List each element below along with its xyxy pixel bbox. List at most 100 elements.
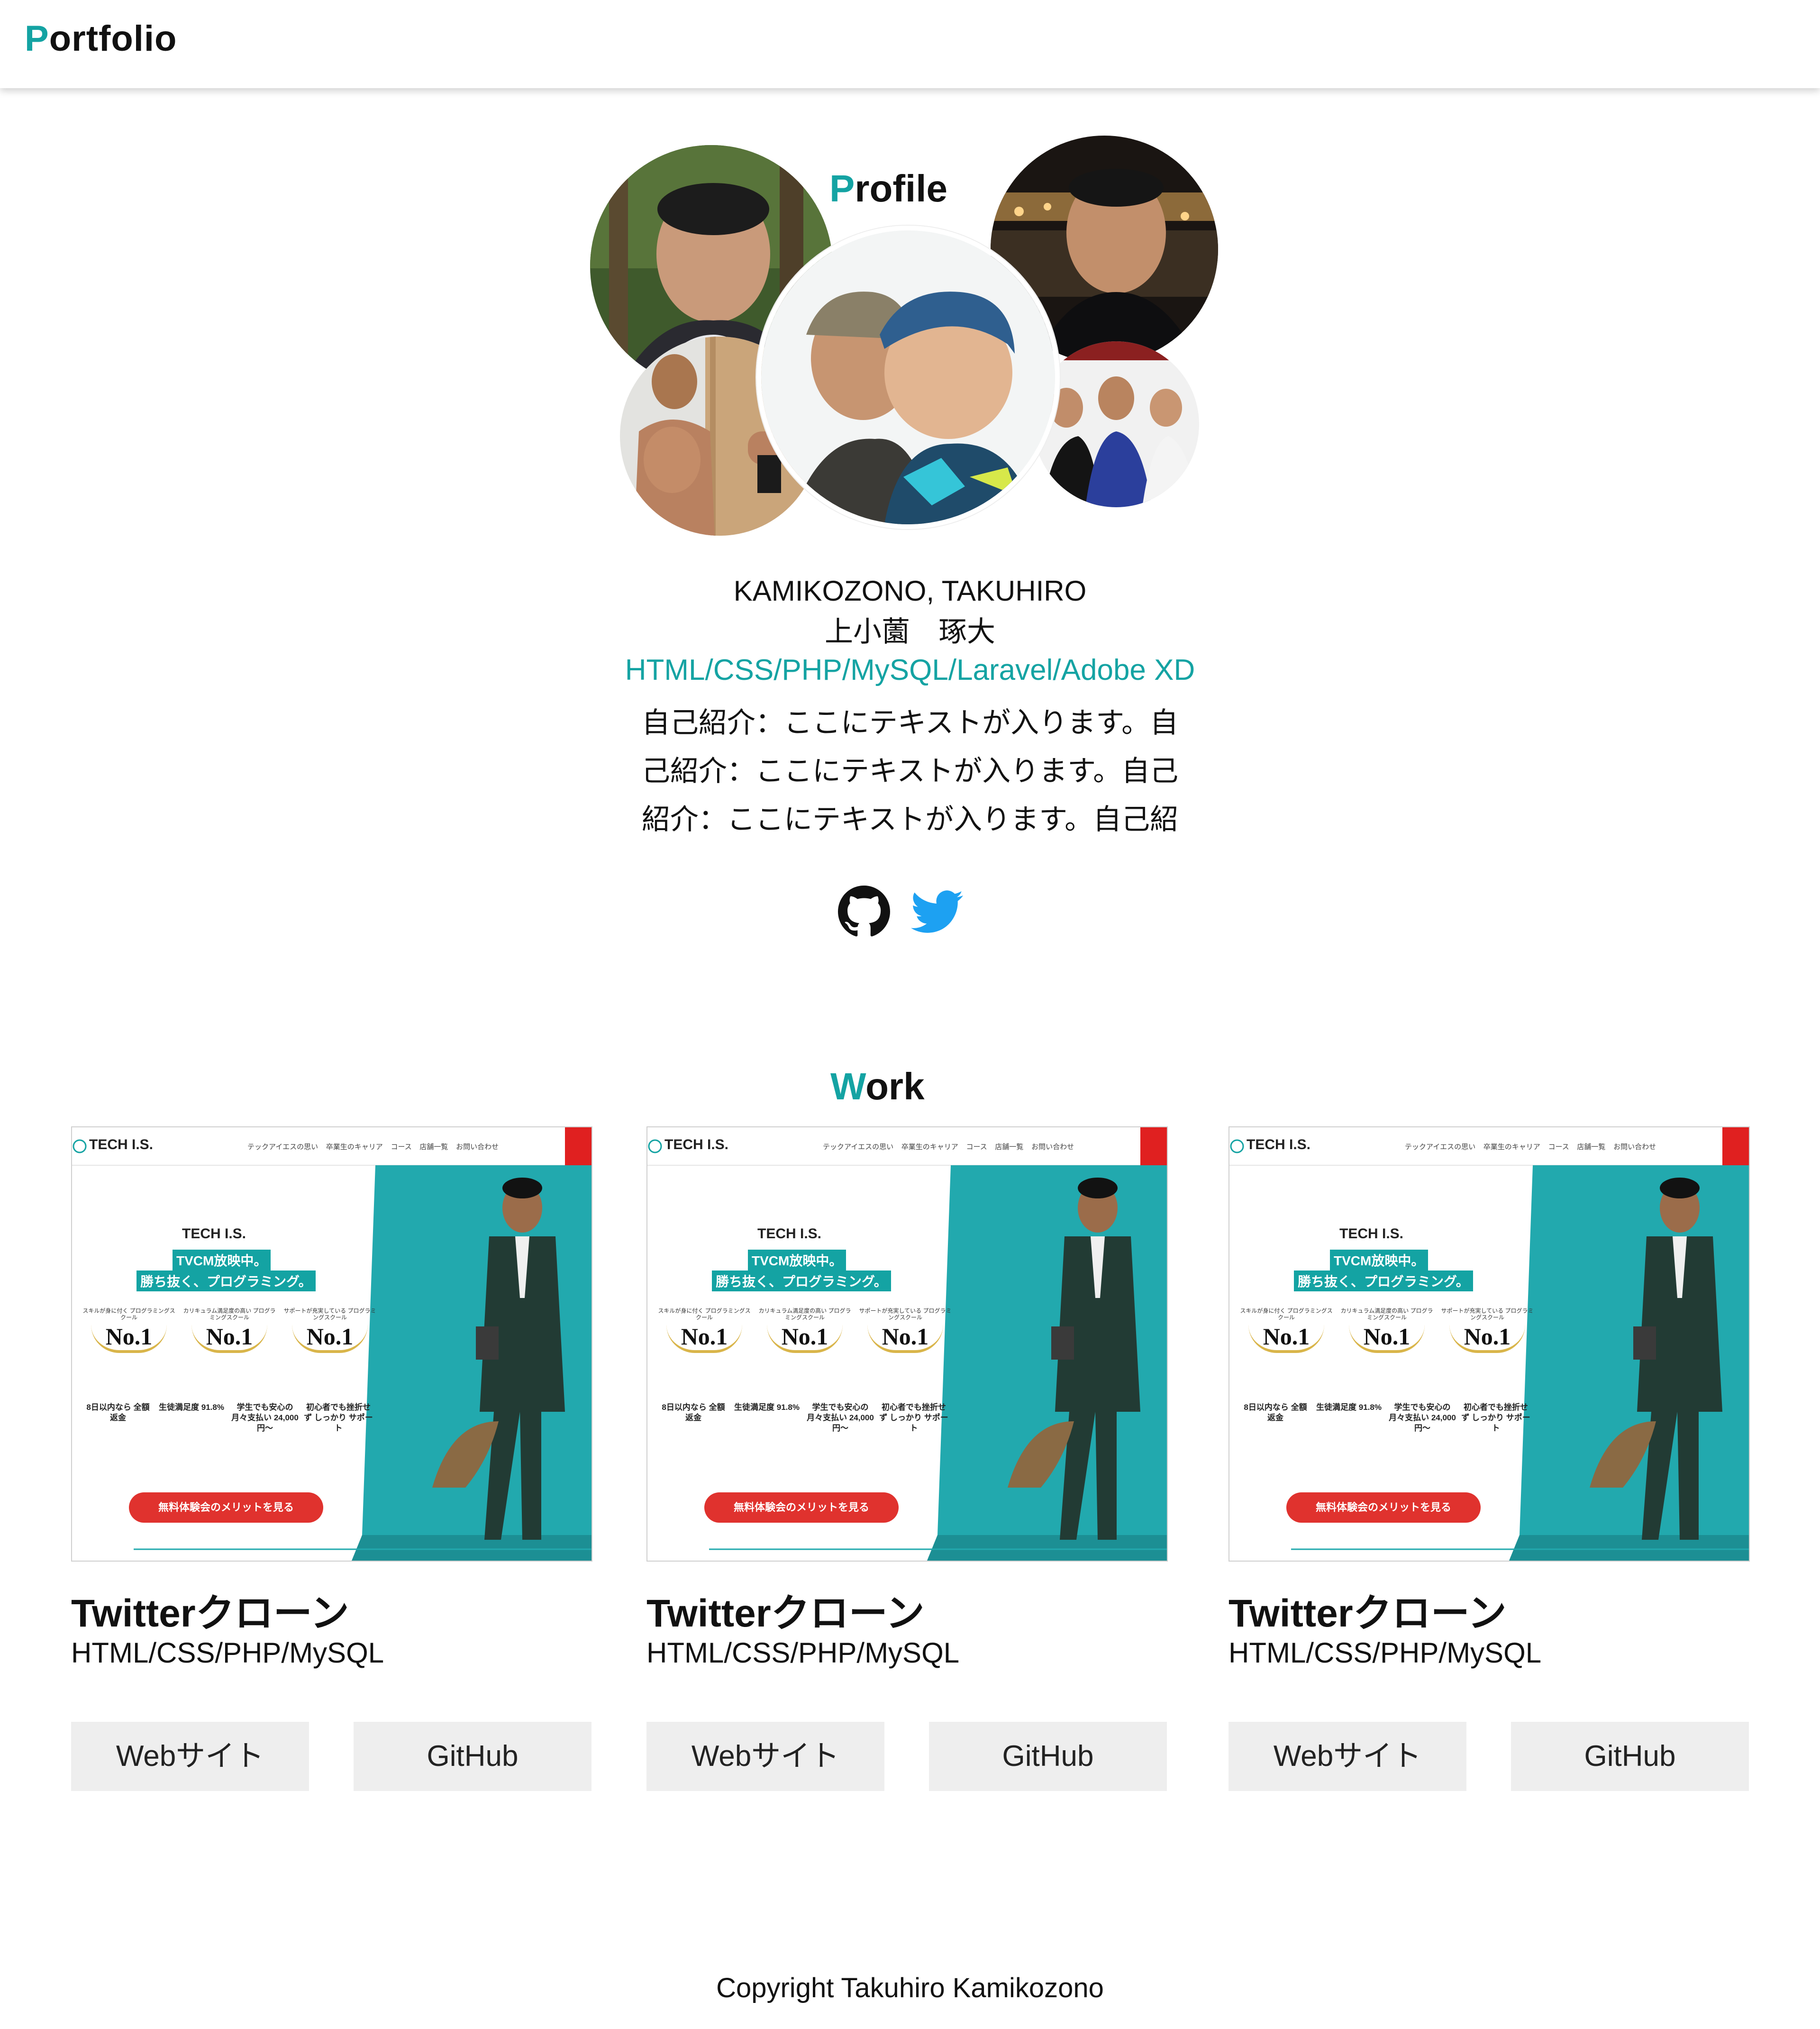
thumb-stat: 初心者でも挫折せず しっかり サポート xyxy=(304,1403,373,1433)
thumb-award: カリキュラム満足度の高い プログラミングスクール No.1 xyxy=(1339,1307,1434,1353)
profile-bio-line: 自己紹介：ここにテキストが入ります。自 xyxy=(641,706,1179,740)
github-icon xyxy=(838,886,890,940)
thumb-brand: TECH I.S. xyxy=(89,1137,154,1152)
thumb-stat: 8日以内なら 全額返金 xyxy=(1244,1403,1307,1422)
thumb-award: スキルが身に付く プログラミングスクール No.1 xyxy=(657,1307,752,1353)
thumb-award-caption: カリキュラム満足度の高い プログラミングスクール xyxy=(183,1307,276,1321)
thumb-cta: 無料体験会のメリットを見る xyxy=(733,1501,869,1513)
thumb-award-caption: スキルが身に付く プログラミングスクール xyxy=(82,1307,175,1321)
thumb-stat: 8日以内なら 全額返金 xyxy=(86,1403,150,1422)
thumb-stat: 学生でも安心の 月々支払い 24,000円〜 xyxy=(231,1403,299,1433)
thumb-award: カリキュラム満足度の高い プログラミングスクール No.1 xyxy=(182,1307,277,1353)
work-thumbnail[interactable]: TECH I.S. テックアイエスの思い 卒業生のキャリア コース 店舗一覧 お… xyxy=(646,1126,1168,1562)
thumb-nav-item: 卒業生のキャリア xyxy=(901,1143,958,1151)
profile-heading-initial: P xyxy=(829,167,855,210)
thumb-award-rank: No.1 xyxy=(91,1323,167,1353)
thumb-award-caption: カリキュラム満足度の高い プログラミングスクール xyxy=(1340,1307,1433,1321)
thumb-nav-item: 店舗一覧 xyxy=(995,1143,1024,1151)
thumb-award: カリキュラム満足度の高い プログラミングスクール No.1 xyxy=(757,1307,852,1353)
work-heading-initial: W xyxy=(830,1065,866,1107)
thumb-tagline-2: 勝ち抜く、プログラミング。 xyxy=(1294,1270,1473,1291)
thumb-award-caption: カリキュラム満足度の高い プログラミングスクール xyxy=(758,1307,851,1321)
website-button[interactable]: Webサイト xyxy=(71,1722,309,1791)
work-card-tech: HTML/CSS/PHP/MySQL xyxy=(1228,1637,1542,1669)
work-thumbnail[interactable]: TECH I.S. テックアイエスの思い 卒業生のキャリア コース 店舗一覧 お… xyxy=(1228,1126,1750,1562)
thumb-nav-item: コース xyxy=(966,1143,987,1151)
work-heading-text: ork xyxy=(865,1065,925,1107)
thumb-tagline-1: TVCM放映中。 xyxy=(173,1250,271,1270)
thumb-tagline-2: 勝ち抜く、プログラミング。 xyxy=(136,1270,316,1291)
thumb-award-caption: スキルが身に付く プログラミングスクール xyxy=(1240,1307,1333,1321)
github-button[interactable]: GitHub xyxy=(929,1722,1167,1791)
thumb-tagline-2: 勝ち抜く、プログラミング。 xyxy=(712,1270,891,1291)
thumb-stat: 生徒満足度 91.8% xyxy=(1316,1403,1382,1412)
thumb-stat: 初心者でも挫折せず しっかり サポート xyxy=(879,1403,948,1433)
thumb-stat: 学生でも安心の 月々支払い 24,000円〜 xyxy=(807,1403,874,1433)
work-thumbnail[interactable]: TECH I.S. テックアイエスの思い 卒業生のキャリア コース 店舗一覧 お… xyxy=(71,1126,592,1562)
thumb-nav-item: 卒業生のキャリア xyxy=(1483,1143,1540,1151)
github-button[interactable]: GitHub xyxy=(354,1722,592,1791)
twitter-icon xyxy=(909,890,965,940)
thumb-award-rank: No.1 xyxy=(191,1323,267,1353)
logo-text: ortfolio xyxy=(49,18,177,59)
website-button[interactable]: Webサイト xyxy=(1228,1722,1466,1791)
thumb-award-rank: No.1 xyxy=(1248,1323,1324,1353)
thumb-cta: 無料体験会のメリットを見る xyxy=(158,1501,294,1513)
thumb-nav-item: コース xyxy=(391,1143,412,1151)
thumb-hero-brand: TECH I.S. xyxy=(1339,1226,1404,1242)
thumb-nav-item: テックアイエスの思い xyxy=(823,1143,894,1151)
thumb-hero-brand: TECH I.S. xyxy=(182,1226,246,1242)
thumb-nav-item: 店舗一覧 xyxy=(1577,1143,1606,1151)
thumb-tagline-1: TVCM放映中。 xyxy=(748,1250,846,1270)
footer-copyright: Copyright Takuhiro Kamikozono xyxy=(716,1973,1104,2003)
profile-heading: Profile xyxy=(829,167,947,210)
thumb-nav: テックアイエスの思い 卒業生のキャリア コース 店舗一覧 お問い合わせ xyxy=(1405,1142,1656,1152)
thumb-nav-item: 店舗一覧 xyxy=(419,1143,448,1151)
thumb-award-rank: No.1 xyxy=(1349,1323,1425,1353)
profile-heading-text: rofile xyxy=(855,167,947,210)
thumb-brand: TECH I.S. xyxy=(1247,1137,1311,1152)
thumb-award-rank: No.1 xyxy=(292,1323,368,1353)
profile-bio-line: 紹介：ここにテキストが入ります。自己紹 xyxy=(641,803,1179,836)
github-button[interactable]: GitHub xyxy=(1511,1722,1749,1791)
work-card-tech: HTML/CSS/PHP/MySQL xyxy=(71,1637,384,1669)
work-card-tech: HTML/CSS/PHP/MySQL xyxy=(646,1637,960,1669)
logo-initial: P xyxy=(25,18,49,59)
profile-name-ja: 上小薗 琢大 xyxy=(825,616,995,648)
profile-bio-line: 己紹介：ここにテキストが入ります。自己 xyxy=(641,755,1179,788)
work-heading: Work xyxy=(830,1065,925,1108)
thumb-brand: TECH I.S. xyxy=(664,1137,729,1152)
thumb-nav-item: お問い合わせ xyxy=(456,1143,499,1151)
thumb-award-rank: No.1 xyxy=(1449,1323,1525,1353)
thumb-stat: 生徒満足度 91.8% xyxy=(734,1403,800,1412)
thumb-award-rank: No.1 xyxy=(767,1323,843,1353)
thumb-stat: 8日以内なら 全額返金 xyxy=(662,1403,725,1422)
thumb-award-rank: No.1 xyxy=(867,1323,943,1353)
thumb-cta: 無料体験会のメリットを見る xyxy=(1315,1501,1451,1513)
thumb-award: サポートが充実している プログラミングスクール No.1 xyxy=(858,1307,953,1353)
thumb-stat: 学生でも安心の 月々支払い 24,000円〜 xyxy=(1389,1403,1456,1433)
work-card-title: Twitterクローン xyxy=(646,1592,925,1635)
profile-bio: 自己紹介：ここにテキストが入ります。自 己紹介：ここにテキストが入ります。自己 … xyxy=(616,699,1204,844)
github-link[interactable] xyxy=(838,886,890,940)
profile-photo-main xyxy=(756,226,1060,529)
thumb-award-caption: サポートが充実している プログラミングスクール xyxy=(1441,1307,1534,1321)
thumb-stat: 初心者でも挫折せず しっかり サポート xyxy=(1461,1403,1530,1433)
thumb-award: サポートが充実している プログラミングスクール No.1 xyxy=(1440,1307,1535,1353)
site-header: Portfolio xyxy=(0,0,1820,88)
thumb-award: サポートが充実している プログラミングスクール No.1 xyxy=(282,1307,377,1353)
thumb-stat: 生徒満足度 91.8% xyxy=(159,1403,224,1412)
thumb-hero-brand: TECH I.S. xyxy=(757,1226,822,1242)
thumb-nav-item: テックアイエスの思い xyxy=(247,1143,318,1151)
work-card-title: Twitterクローン xyxy=(1228,1592,1507,1635)
thumb-tagline-1: TVCM放映中。 xyxy=(1330,1250,1429,1270)
thumb-nav-item: お問い合わせ xyxy=(1031,1143,1074,1151)
website-button[interactable]: Webサイト xyxy=(646,1722,884,1791)
thumb-nav-item: テックアイエスの思い xyxy=(1405,1143,1476,1151)
thumb-award: スキルが身に付く プログラミングスクール No.1 xyxy=(1239,1307,1334,1353)
thumb-nav-item: お問い合わせ xyxy=(1613,1143,1656,1151)
twitter-link[interactable] xyxy=(909,886,965,940)
site-logo[interactable]: Portfolio xyxy=(25,18,177,59)
thumb-nav-item: 卒業生のキャリア xyxy=(326,1143,383,1151)
thumb-award-caption: スキルが身に付く プログラミングスクール xyxy=(658,1307,751,1321)
